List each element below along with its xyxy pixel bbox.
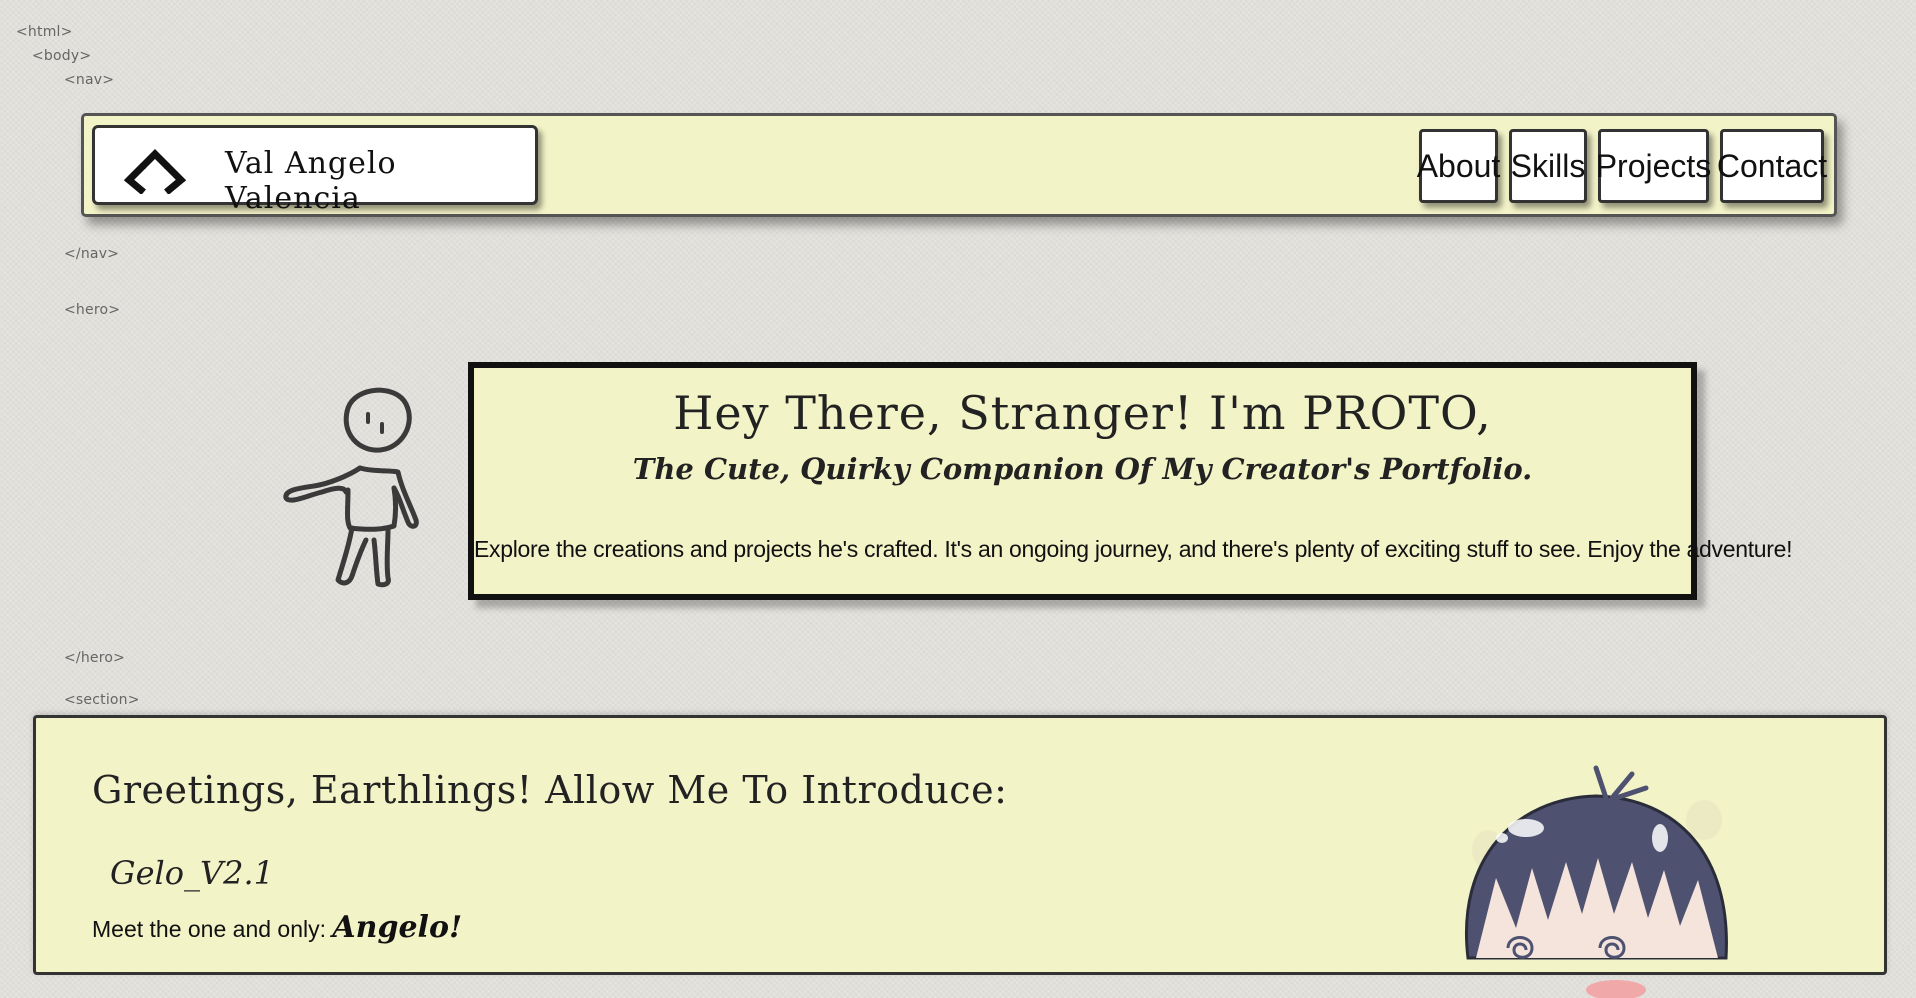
anime-avatar-icon <box>1465 765 1728 998</box>
section-open-tag: <section> <box>64 692 140 708</box>
nav-close-tag: </nav> <box>64 246 120 262</box>
nav-link-projects[interactable]: Projects <box>1596 129 1711 203</box>
hero-subtitle: The Cute, Quirky Companion Of My Creator… <box>632 452 1533 486</box>
nav-link-contact[interactable]: Contact <box>1717 129 1827 203</box>
stick-figure-icon <box>283 387 419 588</box>
body-open-tag: <body> <box>32 48 92 64</box>
code-chevrons-icon <box>123 149 187 194</box>
about-heading: Greetings, Earthlings! Allow Me To Intro… <box>92 768 1008 812</box>
brand-button[interactable]: Val Angelo Valencia <box>92 125 538 216</box>
nav-links: About Skills Projects Contact <box>1417 129 1827 203</box>
hero-close-tag: </hero> <box>64 650 126 666</box>
hero-card: Hey There, Stranger! I'm PROTO, The Cute… <box>468 362 1793 600</box>
nav-open-tag: <nav> <box>64 72 115 88</box>
about-meet-line: Meet the one and only: Angelo! <box>92 910 462 945</box>
about-version: Gelo_V2.1 <box>110 854 274 892</box>
nav-link-about[interactable]: About <box>1417 129 1500 203</box>
navbar: Val Angelo Valencia About Skills Project… <box>81 113 1837 217</box>
meet-name: Angelo! <box>332 910 463 945</box>
brand-name: Val Angelo Valencia <box>225 146 397 216</box>
html-open-tag: <html> <box>16 24 73 40</box>
about-section: Greetings, Earthlings! Allow Me To Intro… <box>33 715 1887 998</box>
meet-prefix: Meet the one and only: <box>92 916 326 942</box>
hero-description: Explore the creations and projects he's … <box>474 536 1793 562</box>
hero-open-tag: <hero> <box>64 302 121 318</box>
hero-title: Hey There, Stranger! I'm PROTO, <box>673 386 1492 440</box>
nav-link-skills[interactable]: Skills <box>1509 129 1587 203</box>
